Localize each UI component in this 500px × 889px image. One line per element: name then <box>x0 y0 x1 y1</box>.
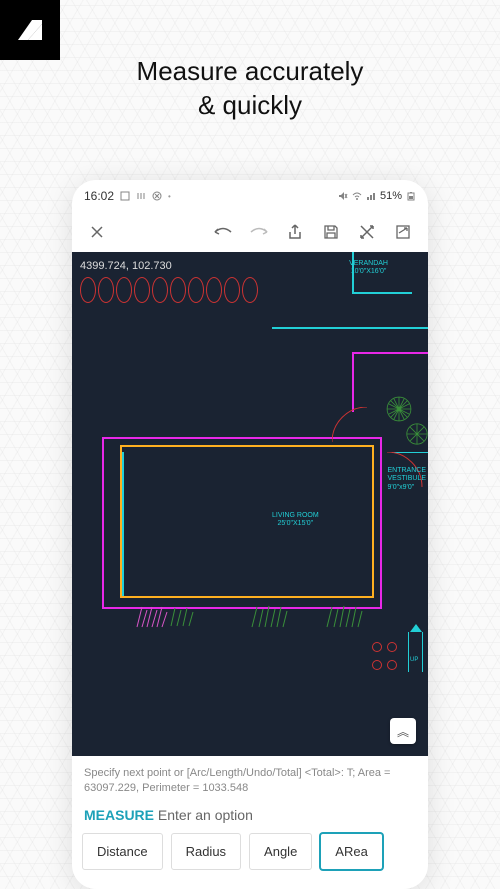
save-icon <box>322 223 340 241</box>
phone-mock: 16:02 • 51% <box>72 180 428 889</box>
top-toolbar <box>72 212 428 252</box>
chevron-up-icon: ︽ <box>397 723 409 740</box>
app-logo <box>0 0 60 60</box>
image-icon <box>120 191 130 201</box>
command-name: MEASURE <box>84 807 154 823</box>
wifi-icon <box>352 191 362 201</box>
chair-ellipses <box>80 277 258 303</box>
door-arc <box>332 407 372 447</box>
share-button[interactable] <box>278 215 312 249</box>
option-radius[interactable]: Radius <box>171 833 241 870</box>
share-icon <box>286 223 304 241</box>
fullscreen-icon <box>394 223 412 241</box>
dot-icon: • <box>168 192 171 201</box>
up-arrow-icon <box>410 624 422 636</box>
headline-line2: & quickly <box>198 90 302 120</box>
status-time: 16:02 <box>84 189 114 203</box>
drawing-canvas[interactable]: 4399.724, 102.730 VERANDAH10'0"X16'0" LI… <box>72 252 428 756</box>
close-icon <box>88 223 106 241</box>
battery-icon <box>406 191 416 201</box>
save-button[interactable] <box>314 215 348 249</box>
battery-pct: 51% <box>380 190 402 202</box>
verandah-label: VERANDAH10'0"X16'0" <box>349 260 388 277</box>
undo-button[interactable] <box>206 215 240 249</box>
option-row: Distance Radius Angle ARea <box>72 833 428 880</box>
crossarrows-icon <box>358 223 376 241</box>
signal-icon <box>366 191 376 201</box>
cursor-coords: 4399.724, 102.730 <box>80 260 172 272</box>
up-label: UP <box>410 657 418 663</box>
living-room-label: LIVING ROOM25'0"X15'0" <box>272 512 319 529</box>
command-prompt: MEASURE Enter an option <box>72 803 428 833</box>
redo-icon <box>248 223 270 241</box>
headline-line1: Measure accurately <box>137 56 364 86</box>
sync-icon <box>152 191 162 201</box>
collapse-panel-button[interactable]: ︽ <box>390 718 416 744</box>
nfc-icon <box>136 191 146 201</box>
entrance-label: ENTRANCEVESTIBULE9'0"x9'0" <box>387 467 426 492</box>
shrub-icon <box>132 602 172 632</box>
headline: Measure accurately & quickly <box>0 55 500 123</box>
shrub-icon <box>322 602 366 632</box>
option-distance[interactable]: Distance <box>82 833 163 870</box>
option-area[interactable]: ARea <box>320 833 383 870</box>
measure-tool-button[interactable] <box>350 215 384 249</box>
tree-icon <box>400 417 428 451</box>
command-history: Specify next point or [Arc/Length/Undo/T… <box>72 756 428 803</box>
measure-selection <box>120 445 374 598</box>
undo-icon <box>212 223 234 241</box>
command-hint: Enter an option <box>158 807 253 823</box>
autodesk-logo-icon <box>12 12 48 48</box>
status-bar: 16:02 • 51% <box>72 180 428 212</box>
shrub-icon <box>167 604 197 630</box>
shrub-icon <box>247 602 291 632</box>
redo-button[interactable] <box>242 215 276 249</box>
option-angle[interactable]: Angle <box>249 833 312 870</box>
mute-icon <box>338 191 348 201</box>
fullscreen-button[interactable] <box>386 215 420 249</box>
close-button[interactable] <box>80 215 114 249</box>
